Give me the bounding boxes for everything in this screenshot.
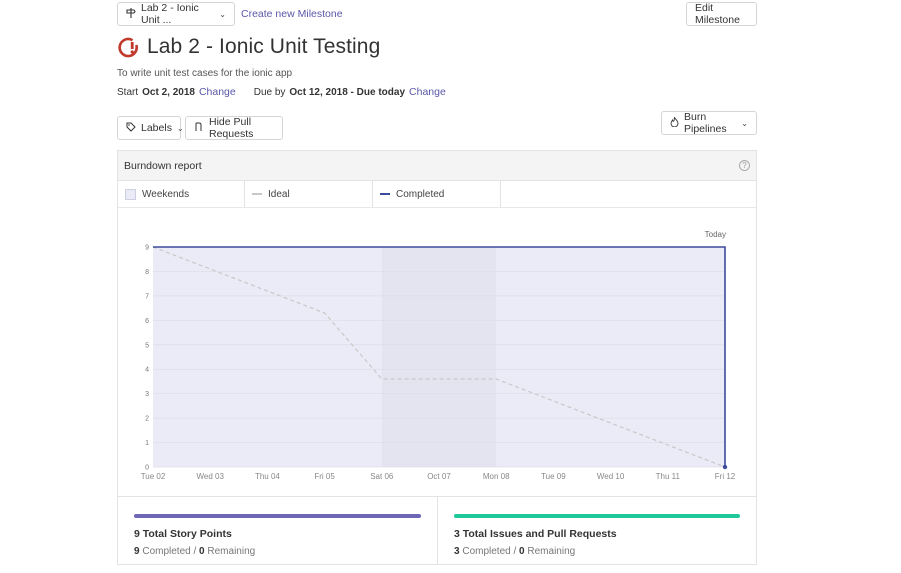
story-points-title: 9 Total Story Points [134, 528, 232, 540]
start-date: Oct 2, 2018 [142, 87, 195, 98]
today-label: Today [705, 230, 726, 239]
weekend-band [381, 247, 497, 467]
milestone-dates: Start Oct 2, 2018 Change Due by Oct 12, … [117, 86, 446, 98]
milestone-header: Lab 2 - Ionic Unit Testing [117, 35, 380, 59]
burndown-chart: 0 1 2 3 4 5 6 7 8 9 Tue 02 Wed 03 Thu 04 Fri 05 Sat 06… [141, 230, 736, 481]
y-tick-label: 8 [145, 269, 149, 276]
story-points-remaining: 0 [199, 546, 205, 557]
burn-pipelines-button[interactable]: Burn Pipelines ⌄ [661, 111, 757, 135]
y-tick-label: 1 [145, 440, 149, 447]
change-due-link[interactable]: Change [409, 86, 446, 98]
x-tick-label: Wed 03 [196, 472, 224, 481]
stats-row: 9 Total Story Points 9 Completed / 0 Rem… [118, 496, 756, 565]
x-tick-label: Thu 04 [255, 472, 280, 481]
completed-end-point [722, 464, 728, 470]
y-tick-label: 0 [145, 465, 149, 472]
y-tick-label: 6 [145, 318, 149, 325]
pull-request-icon [194, 122, 204, 135]
due-date: Oct 12, 2018 - Due today [289, 87, 406, 98]
x-tick-label: Fri 12 [715, 472, 736, 481]
report-title: Burndown report [124, 159, 202, 172]
story-points-stat: 9 Total Story Points 9 Completed / 0 Rem… [118, 497, 437, 565]
x-tick-label: Tue 02 [141, 472, 166, 481]
x-tick-label: Sat 06 [370, 472, 394, 481]
issues-progress-bar [454, 514, 740, 518]
weekend-swatch [125, 188, 136, 200]
legend-ideal[interactable]: Ideal [245, 181, 373, 207]
create-milestone-link[interactable]: Create new Milestone [241, 8, 343, 20]
y-tick-label: 4 [145, 367, 149, 374]
y-tick-label: 9 [145, 245, 149, 252]
due-label: Due by [253, 87, 286, 98]
hide-pull-requests-button[interactable]: Hide Pull Requests [185, 116, 283, 140]
x-tick-label: Tue 09 [541, 472, 566, 481]
x-tick-label: Mon 08 [483, 472, 510, 481]
help-icon[interactable]: ? [739, 160, 750, 171]
y-tick-label: 7 [145, 293, 149, 300]
report-header: Burndown report ? [118, 151, 756, 181]
chevron-down-icon: ⌄ [219, 9, 226, 19]
x-tick-label: Thu 11 [656, 472, 681, 481]
story-points-progress-bar [134, 514, 421, 518]
issues-completed-label: Completed [462, 546, 511, 557]
legend-weekends[interactable]: Weekends [118, 181, 245, 207]
issues-completed: 3 [454, 546, 460, 557]
signpost-icon [126, 7, 136, 21]
burn-pipelines-label: Burn Pipelines [684, 111, 727, 135]
y-tick-label: 5 [145, 342, 149, 349]
chart-legend: Weekends Ideal Completed [118, 181, 756, 208]
x-tick-label: Oct 07 [427, 472, 451, 481]
milestone-select-label: Lab 2 - Ionic Unit ... [141, 2, 199, 26]
issues-detail: 3 Completed / 0 Remaining [454, 546, 576, 557]
change-start-link[interactable]: Change [199, 86, 236, 98]
burndown-report-panel: Burndown report ? Weekends Ideal Complet… [117, 150, 757, 565]
issues-remaining: 0 [519, 546, 525, 557]
story-points-remaining-label: Remaining [207, 546, 256, 557]
legend-weekends-label: Weekends [142, 188, 190, 200]
story-points-completed: 9 [134, 546, 140, 557]
ideal-swatch [252, 193, 262, 195]
edit-milestone-button[interactable]: Edit Milestone [686, 2, 757, 26]
issues-remaining-label: Remaining [527, 546, 576, 557]
completed-swatch [380, 193, 390, 195]
issues-title: 3 Total Issues and Pull Requests [454, 528, 617, 540]
start-label: Start [117, 87, 139, 98]
flame-icon [670, 116, 679, 130]
hide-pull-requests-label: Hide Pull Requests [209, 116, 254, 140]
labels-button-label: Labels [141, 122, 172, 134]
milestone-description: To write unit test cases for the ionic a… [117, 68, 293, 79]
legend-completed[interactable]: Completed [373, 181, 501, 207]
issues-stat: 3 Total Issues and Pull Requests 3 Compl… [437, 497, 756, 565]
page-title: Lab 2 - Ionic Unit Testing [147, 35, 381, 58]
x-tick-label: Wed 10 [597, 472, 625, 481]
legend-ideal-label: Ideal [268, 188, 290, 200]
story-points-completed-label: Completed [142, 546, 191, 557]
milestone-select[interactable]: Lab 2 - Ionic Unit ... ⌄ [117, 2, 235, 26]
x-tick-label: Fri 05 [314, 472, 335, 481]
y-tick-label: 2 [145, 416, 149, 423]
tag-icon [126, 122, 136, 135]
labels-button[interactable]: Labels ⌄ [117, 116, 184, 140]
story-points-detail: 9 Completed / 0 Remaining [134, 546, 256, 557]
chevron-down-icon: ⌄ [176, 123, 184, 133]
y-tick-label: 3 [145, 391, 149, 398]
chevron-down-icon: ⌄ [741, 118, 748, 128]
milestone-alert-icon [117, 36, 139, 58]
legend-completed-label: Completed [396, 188, 445, 200]
